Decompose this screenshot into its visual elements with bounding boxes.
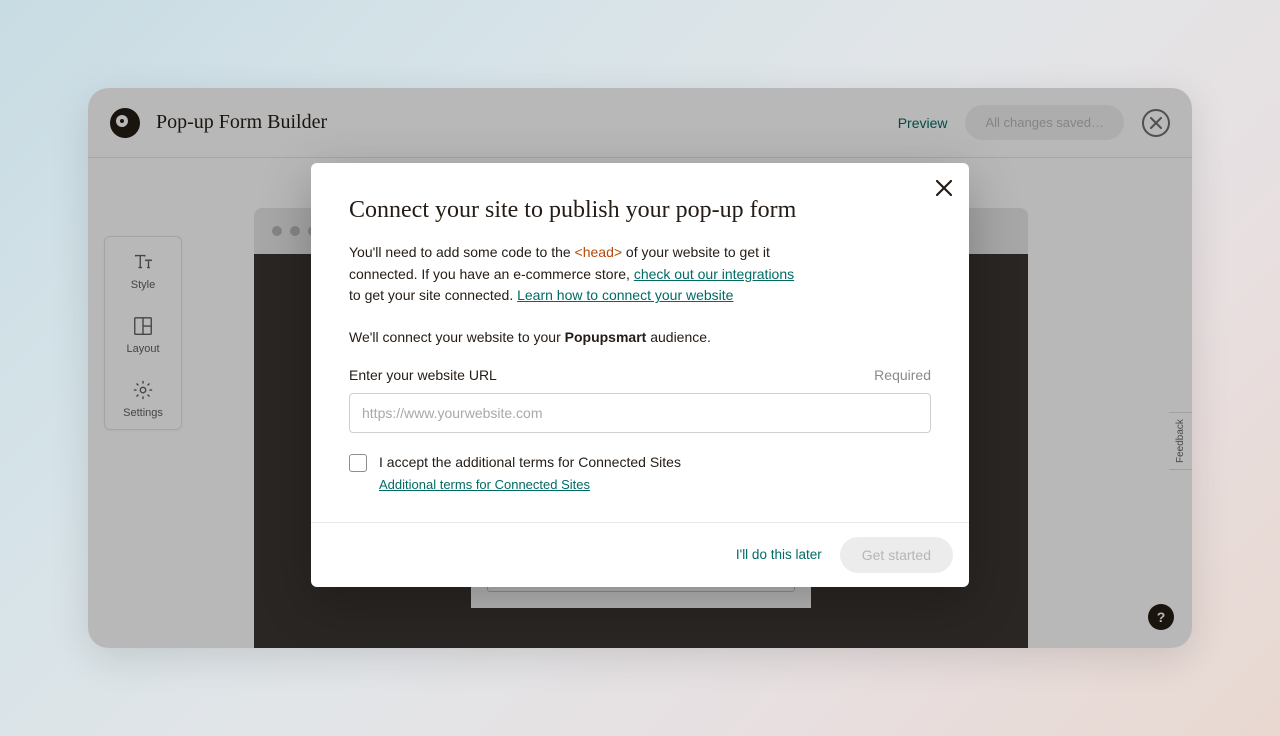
preview-link[interactable]: Preview <box>898 115 948 131</box>
brand-logo <box>110 108 140 138</box>
page-title: Pop-up Form Builder <box>156 111 898 134</box>
integrations-link[interactable]: check out our integrations <box>634 266 794 282</box>
modal-footer: I'll do this later Get started <box>311 522 969 587</box>
audience-line: We'll connect your website to your Popup… <box>349 329 931 345</box>
website-url-input[interactable] <box>349 393 931 433</box>
accept-terms-text: I accept the additional terms for Connec… <box>379 453 681 473</box>
head-tag: <head> <box>575 244 623 260</box>
feedback-tab[interactable]: Feedback <box>1169 412 1192 470</box>
sidebar-item-label: Layout <box>126 343 159 355</box>
sidebar-item-label: Settings <box>123 407 163 419</box>
connect-site-modal: Connect your site to publish your pop-up… <box>311 163 969 587</box>
audience-name: Popupsmart <box>565 329 647 345</box>
tool-sidebar: Style Layout Settings <box>104 236 182 430</box>
modal-body: Connect your site to publish your pop-up… <box>311 163 969 522</box>
close-icon <box>1150 117 1162 129</box>
sidebar-item-settings[interactable]: Settings <box>105 365 181 429</box>
learn-connect-link[interactable]: Learn how to connect your website <box>517 287 733 303</box>
close-button[interactable] <box>1142 109 1170 137</box>
modal-description: You'll need to add some code to the <hea… <box>349 242 809 307</box>
url-field-label: Enter your website URL <box>349 367 497 383</box>
additional-terms-link[interactable]: Additional terms for Connected Sites <box>379 477 590 492</box>
layout-icon <box>132 315 154 337</box>
gear-icon <box>132 379 154 401</box>
save-status: All changes saved… <box>965 105 1124 140</box>
topbar: Pop-up Form Builder Preview All changes … <box>88 88 1192 158</box>
url-label-row: Enter your website URL Required <box>349 367 931 383</box>
sidebar-item-label: Style <box>131 279 155 291</box>
close-icon <box>935 179 953 197</box>
get-started-button[interactable]: Get started <box>840 537 953 573</box>
terms-row: I accept the additional terms for Connec… <box>349 453 931 494</box>
required-label: Required <box>874 367 931 383</box>
modal-title: Connect your site to publish your pop-up… <box>349 197 931 224</box>
do-later-link[interactable]: I'll do this later <box>736 547 822 562</box>
sidebar-item-layout[interactable]: Layout <box>105 301 181 365</box>
type-icon <box>132 251 154 273</box>
modal-close-button[interactable] <box>935 179 953 202</box>
accept-terms-checkbox[interactable] <box>349 454 367 472</box>
help-button[interactable]: ? <box>1148 604 1174 630</box>
sidebar-item-style[interactable]: Style <box>105 237 181 301</box>
